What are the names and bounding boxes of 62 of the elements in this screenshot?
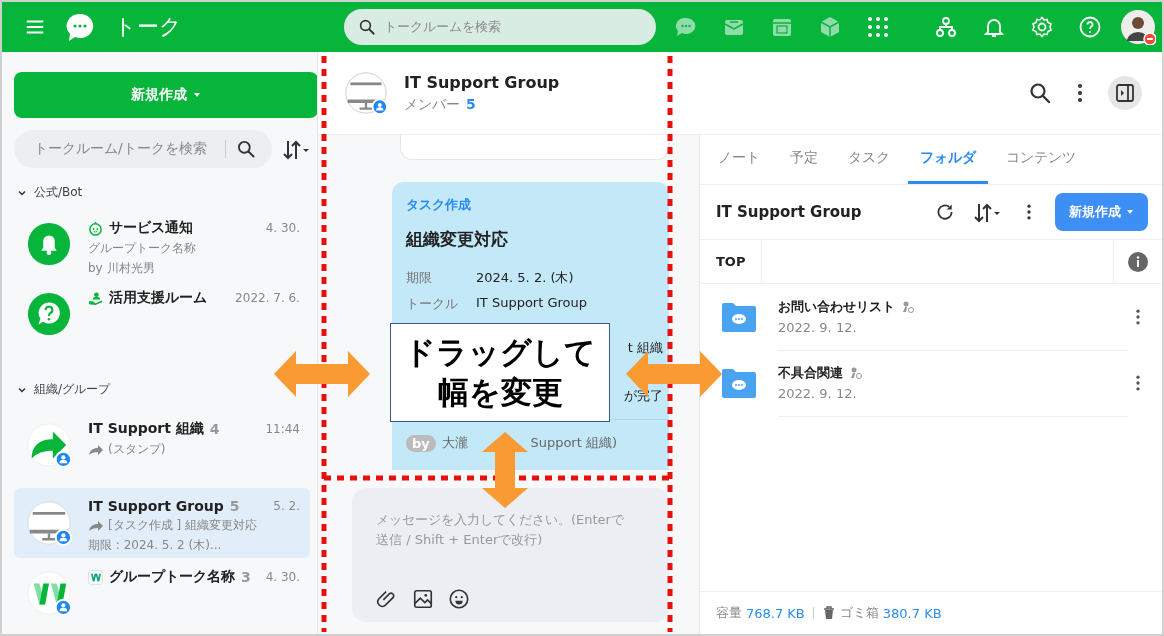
- room-time: 2022. 7. 6.: [235, 291, 300, 305]
- message-preview: 期限 : 2024. 5. 2 (木)...: [88, 537, 222, 554]
- room-time: 4. 30.: [265, 570, 300, 584]
- room-time: 4. 30.: [265, 221, 300, 235]
- room-name: グループトーク名称: [109, 568, 235, 586]
- field-value: IT Support Group: [476, 295, 587, 312]
- callout-box: ドラッグして幅を変更: [390, 323, 610, 422]
- talk-room-item[interactable]: サービス通知 4. 30. グループトーク名称 by 川村光男: [14, 209, 310, 279]
- member-count[interactable]: 5: [466, 95, 476, 114]
- author-name: 大瀧: [441, 434, 468, 452]
- room-time: 5. 2.: [273, 499, 300, 513]
- trash-label: ゴミ箱: [839, 604, 879, 622]
- task-label: タスク作成: [406, 196, 472, 214]
- room-name: IT Support Group: [88, 498, 224, 514]
- field-value: 2024. 5. 2. (木): [476, 269, 574, 287]
- room-name: 活用支援ルーム: [109, 289, 207, 307]
- folder-date: 2022. 9. 12.: [778, 320, 858, 335]
- tab[interactable]: フォルダ: [908, 135, 988, 184]
- section-title: 公式/Bot: [34, 184, 83, 201]
- search-field[interactable]: トークルームを検索: [344, 9, 656, 45]
- talk-room-item[interactable]: 活用支援ルーム 2022. 7. 6.: [14, 279, 310, 343]
- by-badge: by: [406, 434, 436, 452]
- room-name: サービス通知: [109, 219, 193, 237]
- room-name: IT Support 組織: [88, 420, 204, 438]
- folder-item[interactable]: お問い合わせリスト 2022. 9. 12.: [714, 284, 1162, 350]
- member-count: 3: [241, 569, 251, 585]
- member-count: 5: [229, 498, 240, 514]
- task-title: 組織変更対応: [406, 228, 509, 251]
- talk-room-item[interactable]: IT Support 組織 4 11:44 (スタンプ): [14, 410, 310, 480]
- room-time: 11:44: [265, 422, 300, 436]
- new-button[interactable]: 新規作成: [14, 72, 317, 118]
- talk-room-item[interactable]: IT Support Group 5 5. 2. [タスク作成 ] 組織変更対応 期限 : 2024. 5. 2 (木)...: [14, 488, 310, 558]
- folder-name: お問い合わせリスト: [778, 298, 895, 316]
- message-preview: by 川村光男: [88, 260, 155, 277]
- chat-title: IT Support Group: [404, 72, 560, 92]
- folder-date: 2022. 9. 12.: [778, 386, 858, 401]
- members-label: メンバー: [404, 95, 460, 114]
- talk-search-field[interactable]: トークルーム/トークを検索: [14, 130, 272, 168]
- tab[interactable]: ノート: [706, 135, 772, 184]
- new-button[interactable]: 新規作成: [1055, 193, 1148, 231]
- field-label: 期限: [406, 269, 433, 287]
- message-input[interactable]: メッセージを入力してください。(Enterで送信 / Shift + Enterで改行): [352, 488, 669, 622]
- section-title: 組織/グループ: [34, 381, 111, 398]
- talk-room-item[interactable]: グループトーク名称 3 4. 30.: [14, 558, 310, 628]
- message-preview: グループトーク名称: [88, 240, 196, 257]
- message-preview: (スタンプ): [108, 441, 166, 458]
- author-org: Support 組織): [530, 434, 618, 452]
- message-preview: [タスク作成 ] 組織変更対応: [108, 517, 257, 534]
- capacity-value: 768.7 KB: [746, 605, 805, 621]
- app-title: トーク: [114, 13, 182, 41]
- tab[interactable]: コンテンツ: [994, 135, 1088, 184]
- breadcrumb[interactable]: TOP: [700, 240, 763, 283]
- field-value: t 組織: [627, 340, 663, 355]
- member-count: 4: [209, 421, 220, 437]
- folder-item[interactable]: 不具合関連 2022. 9. 12.: [714, 350, 1162, 416]
- folder-name: 不具合関連: [778, 364, 843, 382]
- tab[interactable]: タスク: [836, 135, 902, 184]
- folder-title: IT Support Group: [716, 203, 862, 221]
- capacity-label: 容量: [716, 604, 742, 622]
- field-label: トークル: [406, 295, 459, 313]
- trash-value: 380.7 KB: [882, 605, 942, 621]
- tab[interactable]: 予定: [778, 135, 830, 184]
